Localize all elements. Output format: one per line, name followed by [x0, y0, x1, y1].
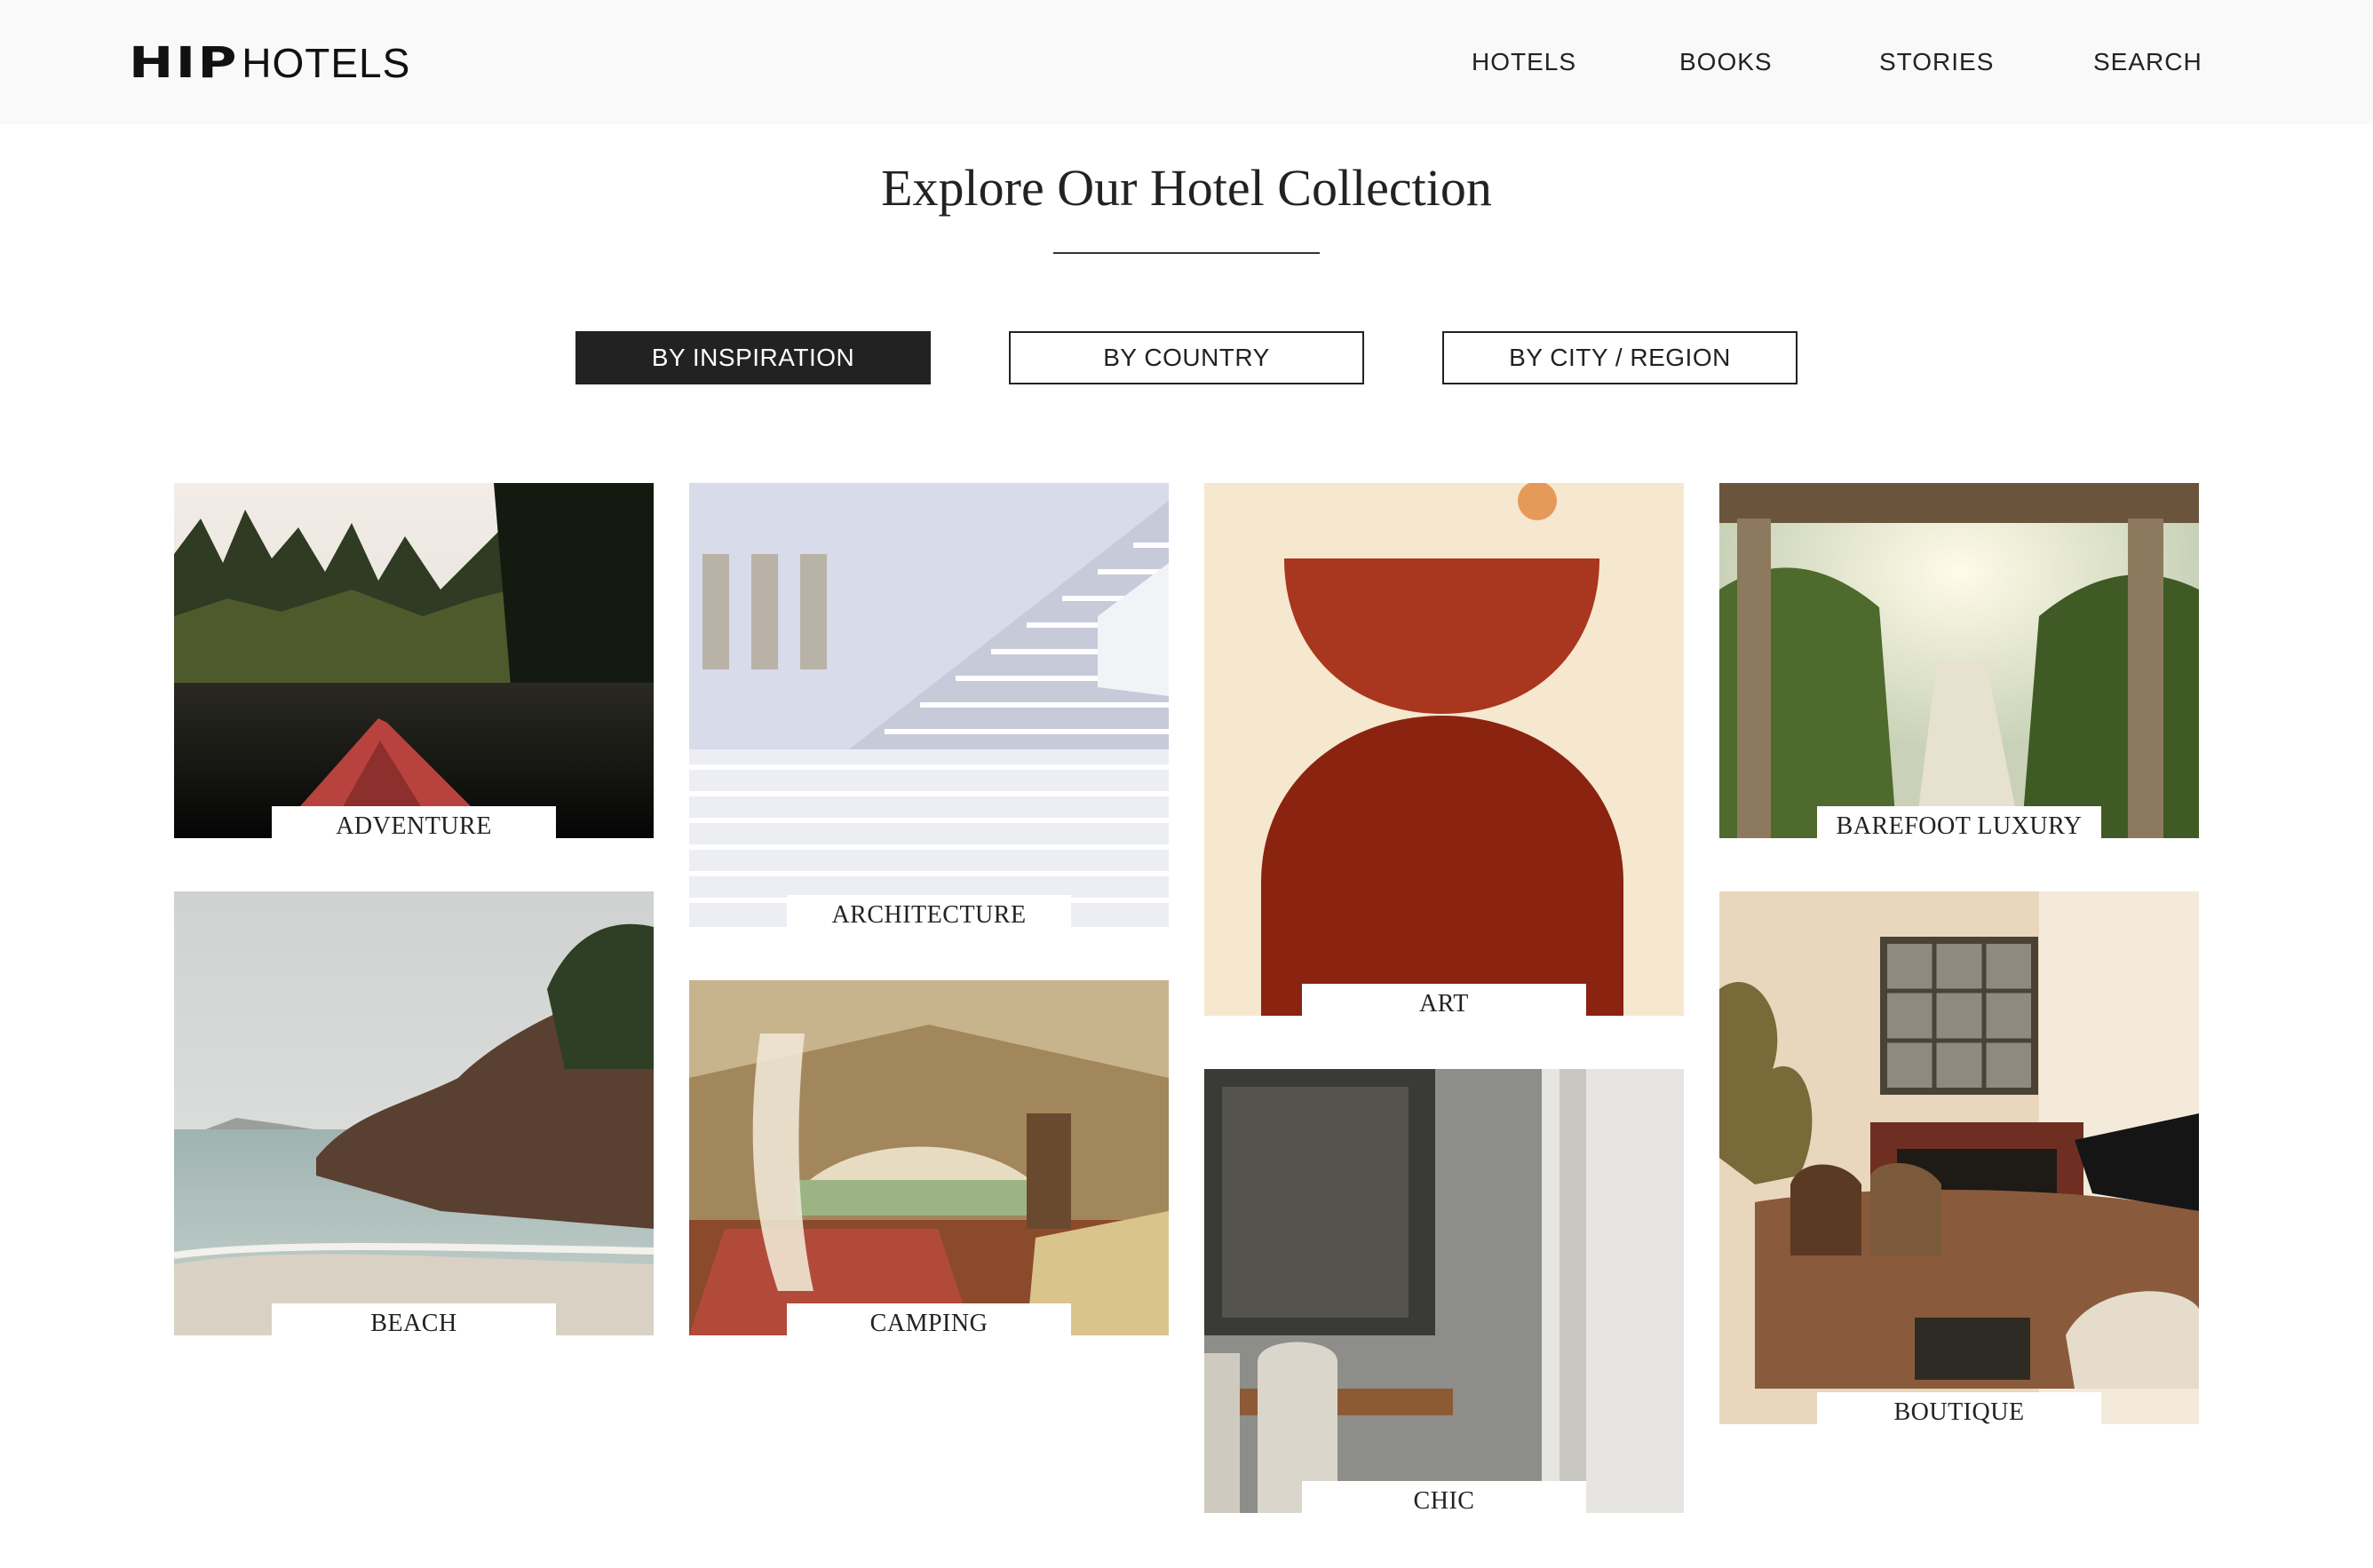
category-label: CHIC: [1302, 1481, 1586, 1513]
nav-search[interactable]: SEARCH: [2093, 44, 2202, 80]
category-card-boutique[interactable]: BOUTIQUE: [1719, 891, 2199, 1424]
category-label: ADVENTURE: [272, 806, 556, 838]
category-label: BEACH: [272, 1303, 556, 1335]
category-card-chic[interactable]: CHIC: [1204, 1069, 1684, 1513]
white-staircase-image: [689, 483, 1169, 927]
lounge-interior-image: [1719, 891, 2199, 1424]
category-card-camping[interactable]: CAMPING: [689, 980, 1169, 1335]
category-label: BAREFOOT LUXURY: [1817, 806, 2101, 838]
category-label: CAMPING: [787, 1303, 1071, 1335]
abstract-red-shapes-image: [1204, 483, 1684, 1016]
category-label: BOUTIQUE: [1817, 1392, 2101, 1424]
category-card-art[interactable]: ART: [1204, 483, 1684, 1016]
category-label: ARCHITECTURE: [787, 895, 1071, 927]
safari-tent-image: [689, 980, 1169, 1335]
category-card-architecture[interactable]: ARCHITECTURE: [689, 483, 1169, 927]
nav-books[interactable]: BOOKS: [1679, 44, 1773, 80]
category-card-adventure[interactable]: ADVENTURE: [174, 483, 654, 838]
tab-by-inspiration[interactable]: BY INSPIRATION: [575, 331, 931, 384]
category-card-beach[interactable]: BEACH: [174, 891, 654, 1335]
nav-hotels[interactable]: HOTELS: [1472, 44, 1576, 80]
rocky-shore-image: [174, 891, 654, 1335]
logo-light-text: HOTELS: [242, 40, 411, 86]
kayak-lake-image: [174, 483, 654, 838]
hip-hotels-logo[interactable]: HIP HOTELS: [129, 38, 411, 88]
nav-stories[interactable]: STORIES: [1879, 44, 1994, 80]
page-title: Explore Our Hotel Collection: [881, 159, 1492, 217]
category-card-barefoot-luxury[interactable]: BAREFOOT LUXURY: [1719, 483, 2199, 838]
dining-room-image: [1204, 1069, 1684, 1513]
tab-by-city-region[interactable]: BY CITY / REGION: [1442, 331, 1798, 384]
tab-by-country[interactable]: BY COUNTRY: [1009, 331, 1364, 384]
site-header: HIP HOTELS HOTELS BOOKS STORIES SEARCH: [0, 0, 2373, 124]
tropical-pathway-image: [1719, 483, 2199, 838]
category-label: ART: [1302, 984, 1586, 1016]
title-divider: [1053, 252, 1320, 254]
logo-bold-text: HIP: [129, 38, 240, 88]
